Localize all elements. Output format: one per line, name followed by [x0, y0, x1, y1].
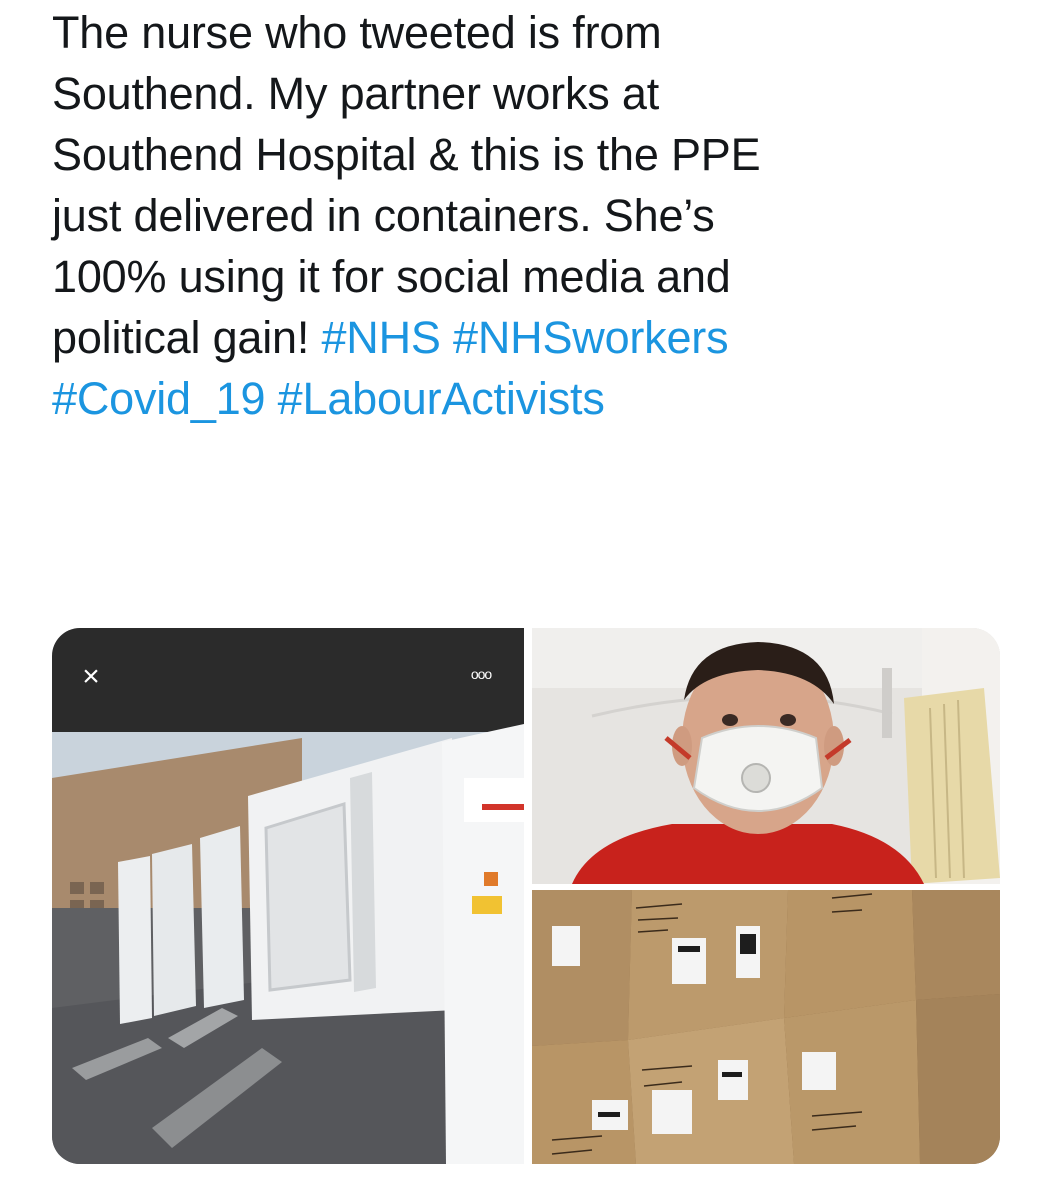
- hashtag-covid-19[interactable]: #Covid_19: [52, 373, 266, 424]
- media-grid: × ooo: [52, 628, 1000, 1164]
- more-options-icon[interactable]: ooo: [466, 664, 496, 684]
- tweet-line-5: 100% using it for social media and: [52, 251, 731, 302]
- media-photo-ppe-boxes[interactable]: [532, 890, 1000, 1164]
- tweet-text: The nurse who tweeted is from Southend. …: [52, 2, 1012, 429]
- tweet-line-7: #Covid_19 #LabourActivists: [52, 368, 1012, 429]
- close-icon[interactable]: ×: [76, 662, 106, 692]
- tweet-line-2: Southend. My partner works at: [52, 68, 659, 119]
- media-photo-man-mask[interactable]: [532, 628, 1000, 884]
- tweet-line-6-text: political gain!: [52, 312, 322, 363]
- hashtag-labouractivists[interactable]: #LabourActivists: [278, 373, 605, 424]
- man-mask-photo-image: [532, 628, 1000, 884]
- tweet-line-6: political gain! #NHS #NHSworkers: [52, 307, 1012, 368]
- hashtag-nhs[interactable]: #NHS: [321, 312, 440, 363]
- tweet-line-4: just delivered in containers. She’s: [52, 190, 715, 241]
- tweet-line-1: The nurse who tweeted is from: [52, 7, 662, 58]
- ppe-boxes-photo-image: [532, 890, 1000, 1164]
- tweet-line-3: Southend Hospital & this is the PPE: [52, 129, 761, 180]
- hashtag-nhsworkers[interactable]: #NHSworkers: [453, 312, 729, 363]
- containers-photo-image: [52, 628, 524, 1164]
- media-photo-containers[interactable]: × ooo: [52, 628, 524, 1164]
